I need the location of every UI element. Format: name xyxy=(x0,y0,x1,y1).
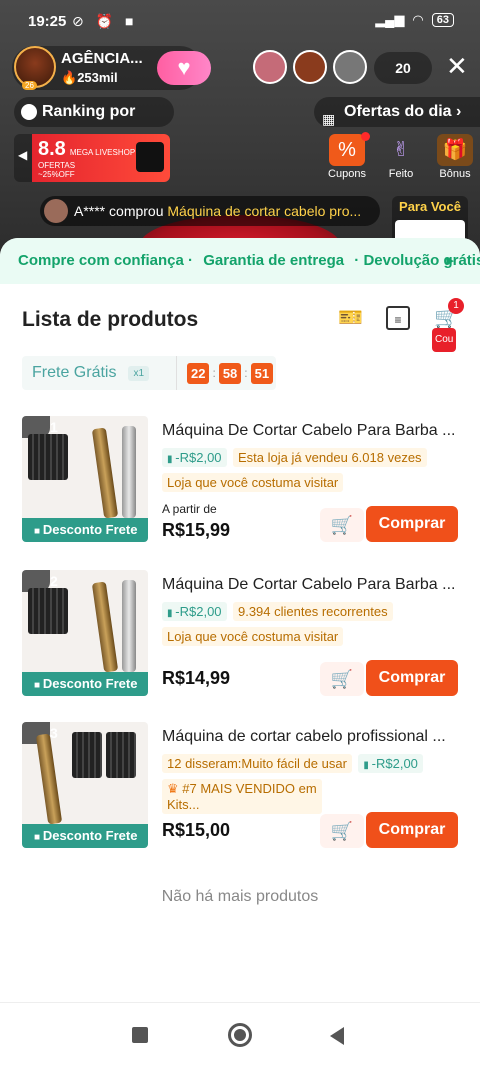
buy-button[interactable]: Comprar xyxy=(366,812,458,848)
cart-count-badge: 1 xyxy=(448,298,464,314)
coupon-icon: % xyxy=(329,134,365,166)
info-chip: 12 disseram:Muito fácil de usar xyxy=(162,754,352,773)
feature-tiles: % Cupons ✌ Feito 🎁 Bônus xyxy=(324,132,478,182)
product-item[interactable]: 2 Desconto Frete Máquina De Cortar Cabel… xyxy=(0,570,480,710)
product-price: R$15,00 xyxy=(162,820,231,840)
trust-bar[interactable]: Compre com confiança · Garantia de entre… xyxy=(0,238,480,284)
peace-hand-icon: ✌ xyxy=(392,139,410,161)
views-count: 🔥253mil xyxy=(61,70,118,85)
notification-icons: ⊘ ⏰ ■ xyxy=(72,13,138,29)
product-item[interactable]: 3 Desconto Frete Máquina de cortar cabel… xyxy=(0,722,480,862)
viewer-avatar[interactable] xyxy=(293,50,327,84)
price-from-label: A partir de xyxy=(162,502,217,516)
product-image[interactable]: 3 Desconto Frete xyxy=(22,722,148,848)
product-image[interactable]: 1 Desconto Frete xyxy=(22,416,148,542)
discount-shipping-tag: Desconto Frete xyxy=(22,672,148,696)
discount-chip: -R$2,00 xyxy=(358,754,423,773)
wifi-icon: ◠ xyxy=(412,12,424,27)
discount-shipping-tag: Desconto Frete xyxy=(22,824,148,848)
product-sheet: Compre com confiança · Garantia de entre… xyxy=(0,238,480,1066)
discount-shipping-tag: Desconto Frete xyxy=(22,518,148,542)
back-icon[interactable] xyxy=(330,1027,344,1045)
promo-image: 8.8 MEGA LIVESHOP DE OFERTAS ~25%OFF xyxy=(32,134,170,182)
host-level-badge: 26 xyxy=(22,81,37,90)
store-chip: Loja que você costuma visitar xyxy=(162,473,344,492)
live-stream-view: 19:25 ⊘ ⏰ ■ ▂▄▆ ◠ 63 26 AGÊNCIA... 🔥253m… xyxy=(0,0,480,270)
product-cup-icon xyxy=(136,142,164,172)
offers-button[interactable]: ▦ Ofertas do dia › xyxy=(314,97,480,127)
product-chips: -R$2,00 9.394 clientes recorrentes Loja … xyxy=(162,602,462,652)
status-bar: 19:25 ⊘ ⏰ ■ ▂▄▆ ◠ 63 xyxy=(0,0,480,44)
host-name: AGÊNCIA... xyxy=(61,50,143,67)
tile-cupons[interactable]: % Cupons xyxy=(324,132,370,182)
bestseller-chip: #7 MAIS VENDIDO em Kits... xyxy=(162,779,322,814)
cart-label: Cou xyxy=(432,328,457,352)
info-chip: Esta loja já vendeu 6.018 vezes xyxy=(232,448,427,467)
viewer-avatar[interactable] xyxy=(333,50,367,84)
host-info[interactable]: 26 AGÊNCIA... 🔥253mil ♥ xyxy=(12,46,211,90)
grid-icon: ▦ xyxy=(322,111,336,127)
product-image[interactable]: 2 Desconto Frete xyxy=(22,570,148,696)
fire-icon: 🔥 xyxy=(61,70,78,85)
product-price: R$15,99 xyxy=(162,520,231,540)
home-icon[interactable] xyxy=(228,1023,252,1047)
banner-left-arrow-icon[interactable]: ◀ xyxy=(18,148,27,162)
add-to-cart-button[interactable]: 🛒 xyxy=(320,814,364,848)
timer-minutes: 58 xyxy=(218,362,242,384)
end-of-list-text: Não há mais produtos xyxy=(161,888,319,905)
ranking-button[interactable]: Ranking por Hora xyxy=(14,97,174,150)
viewer-avatars[interactable] xyxy=(253,50,367,84)
product-price: R$14,99 xyxy=(162,668,231,688)
timer-hours: 22 xyxy=(187,362,210,384)
discount-chip: -R$2,00 xyxy=(162,448,227,467)
tile-bonus[interactable]: 🎁 Bônus xyxy=(432,134,478,182)
status-right: ▂▄▆ ◠ 63 xyxy=(375,12,454,28)
countdown-timer: 22: 58: 51 xyxy=(176,356,274,390)
signal-icon: ▂▄▆ xyxy=(375,12,405,27)
treasure-chest-icon: 🎁 xyxy=(437,134,473,166)
add-to-cart-button[interactable]: 🛒 xyxy=(320,508,364,542)
status-time: 19:25 xyxy=(28,13,67,30)
viewer-count[interactable]: 20 xyxy=(374,52,432,84)
recent-apps-icon[interactable] xyxy=(132,1027,148,1043)
clock-icon xyxy=(21,104,37,120)
battery-icon: 63 xyxy=(431,13,454,27)
product-chips: -R$2,00 Esta loja já vendeu 6.018 vezes … xyxy=(162,448,462,498)
product-name[interactable]: Máquina De Cortar Cabelo Para Barba ... xyxy=(162,422,462,440)
sheet-title: Lista de produtos xyxy=(22,308,199,331)
chevron-right-icon: ▸ xyxy=(446,252,454,269)
follow-heart-button[interactable]: ♥ xyxy=(157,51,211,85)
buy-button[interactable]: Comprar xyxy=(366,660,458,696)
document-list-icon[interactable]: ≡ xyxy=(386,306,410,330)
product-item[interactable]: 1 Desconto Frete Máquina De Cortar Cabel… xyxy=(0,416,480,556)
discount-chip: -R$2,00 xyxy=(162,602,227,621)
promo-banner[interactable]: ◀ 8.8 MEGA LIVESHOP DE OFERTAS ~25%OFF xyxy=(14,134,170,182)
product-name[interactable]: Máquina De Cortar Cabelo Para Barba ... xyxy=(162,576,462,594)
store-chip: Loja que você costuma visitar xyxy=(162,627,344,646)
viewer-avatar[interactable] xyxy=(253,50,287,84)
tile-feito[interactable]: ✌ Feito xyxy=(378,134,424,182)
buyer-avatar xyxy=(44,199,68,223)
host-avatar[interactable]: 26 xyxy=(14,46,56,90)
product-chips: 12 disseram:Muito fácil de usar -R$2,00 … xyxy=(162,754,462,820)
add-to-cart-button[interactable]: 🛒 xyxy=(320,662,364,696)
ticket-icon[interactable]: 🎫 xyxy=(338,306,363,330)
system-nav-bar xyxy=(0,1002,480,1066)
purchase-notification: A**** comprou Máquina de cortar cabelo p… xyxy=(40,196,380,226)
timer-seconds: 51 xyxy=(250,362,274,384)
product-name[interactable]: Máquina de cortar cabelo profissional ..… xyxy=(162,728,462,746)
header-actions: 🎫 ≡ 🛒 1 Cou xyxy=(338,298,464,352)
frete-multiplier: x1 xyxy=(128,365,150,381)
buy-button[interactable]: Comprar xyxy=(366,506,458,542)
close-icon[interactable]: ✕ xyxy=(446,50,468,82)
info-chip: 9.394 clientes recorrentes xyxy=(232,602,393,621)
notification-dot xyxy=(361,132,370,141)
cart-icon[interactable]: 🛒 1 Cou xyxy=(432,298,464,352)
free-shipping-bar[interactable]: Frete Grátis x1 22: 58: 51 xyxy=(22,356,276,390)
